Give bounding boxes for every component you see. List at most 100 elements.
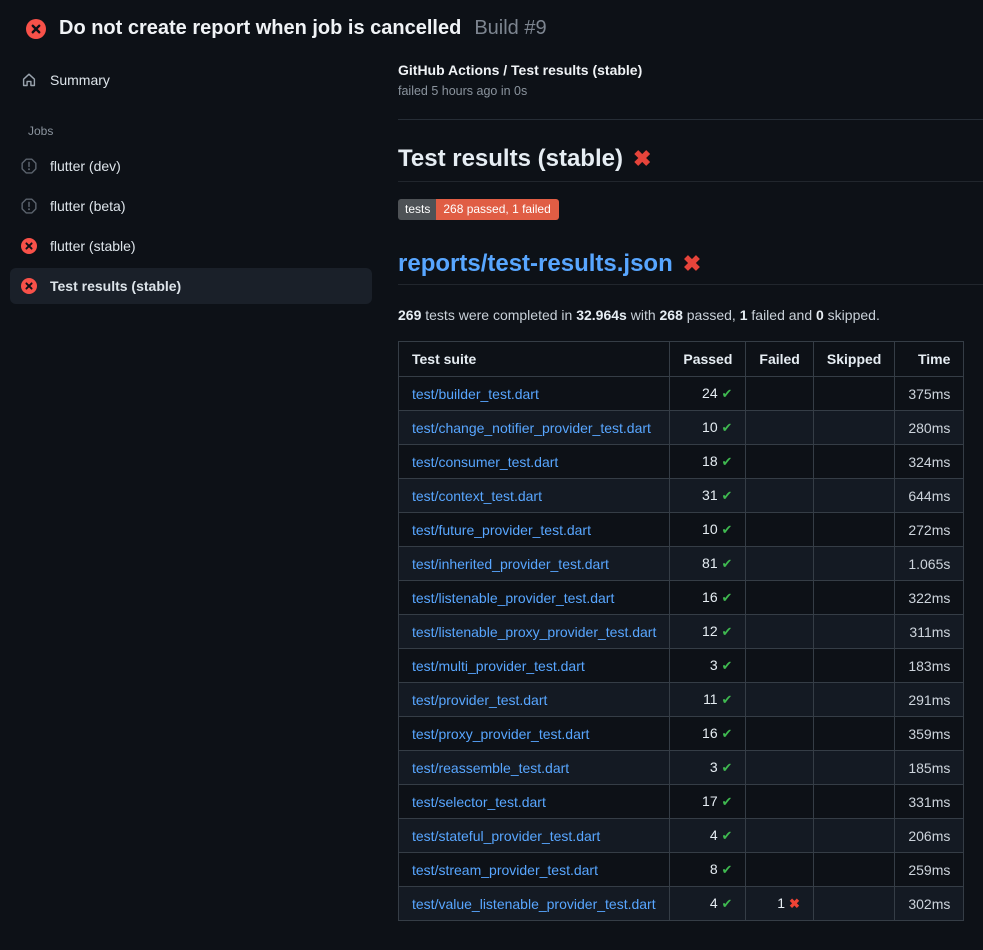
table-row: test/change_notifier_provider_test.dart1…: [399, 411, 964, 445]
suite-link[interactable]: test/listenable_proxy_provider_test.dart: [412, 624, 656, 640]
skipped-cell: [813, 377, 894, 411]
passed-count: 268: [660, 307, 683, 323]
failed-cell: [746, 581, 813, 615]
failed-cell: [746, 853, 813, 887]
col-test-suite: Test suite: [399, 342, 670, 377]
check-icon: ✔: [722, 862, 733, 877]
cross-mark-icon: ✖: [633, 148, 651, 170]
failed-circle-icon: [26, 19, 46, 39]
check-icon: ✔: [722, 658, 733, 673]
check-icon: ✔: [722, 454, 733, 469]
time-cell: 644ms: [895, 479, 964, 513]
count-value: 11: [703, 691, 721, 707]
check-icon: ✔: [722, 522, 733, 537]
badge-value: 268 passed, 1 failed: [436, 199, 558, 220]
table-row: test/multi_provider_test.dart3 ✔183ms: [399, 649, 964, 683]
count-value: 16: [702, 725, 721, 741]
sidebar-item-job-2[interactable]: flutter (stable): [10, 228, 372, 264]
suite-link[interactable]: test/inherited_provider_test.dart: [412, 556, 609, 572]
failed-cell: [746, 683, 813, 717]
skipped-cell: [813, 683, 894, 717]
badge-label: tests: [398, 199, 436, 220]
suite-link[interactable]: test/proxy_provider_test.dart: [412, 726, 589, 742]
failed-cell: [746, 479, 813, 513]
section-title: Test results (stable) ✖: [398, 145, 983, 182]
suite-cell: test/future_provider_test.dart: [399, 513, 670, 547]
skipped-count: 0: [816, 307, 824, 323]
run-meta: failed 5 hours ago in 0s: [398, 84, 983, 98]
summary-text: with: [627, 307, 660, 323]
passed-cell: 4 ✔: [670, 887, 746, 921]
table-row: test/value_listenable_provider_test.dart…: [399, 887, 964, 921]
check-icon: ✔: [722, 590, 733, 605]
main-content: GitHub Actions / Test results (stable) f…: [382, 50, 983, 921]
check-icon: ✔: [722, 692, 733, 707]
neutral-octagon-icon: [21, 158, 37, 174]
suite-link[interactable]: test/provider_test.dart: [412, 692, 547, 708]
table-row: test/proxy_provider_test.dart16 ✔359ms: [399, 717, 964, 751]
sidebar-item-job-1[interactable]: flutter (beta): [10, 188, 372, 224]
suite-link[interactable]: test/listenable_provider_test.dart: [412, 590, 614, 606]
failed-cell: [746, 615, 813, 649]
suite-link[interactable]: test/multi_provider_test.dart: [412, 658, 585, 674]
suite-link[interactable]: test/value_listenable_provider_test.dart: [412, 896, 656, 912]
failed-cell: [746, 411, 813, 445]
skipped-cell: [813, 717, 894, 751]
suite-cell: test/selector_test.dart: [399, 785, 670, 819]
failed-cell: 1 ✖: [746, 887, 813, 921]
passed-cell: 18 ✔: [670, 445, 746, 479]
suite-link[interactable]: test/stateful_provider_test.dart: [412, 828, 600, 844]
suite-link[interactable]: test/consumer_test.dart: [412, 454, 558, 470]
count-value: 17: [702, 793, 721, 809]
sidebar-item-job-3[interactable]: Test results (stable): [10, 268, 372, 304]
neutral-octagon-icon: [21, 198, 37, 214]
suite-link[interactable]: test/reassemble_test.dart: [412, 760, 569, 776]
table-row: test/reassemble_test.dart3 ✔185ms: [399, 751, 964, 785]
sidebar-item-summary[interactable]: Summary: [10, 62, 372, 98]
time-cell: 1.065s: [895, 547, 964, 581]
skipped-cell: [813, 513, 894, 547]
skipped-cell: [813, 445, 894, 479]
suite-cell: test/builder_test.dart: [399, 377, 670, 411]
suite-cell: test/consumer_test.dart: [399, 445, 670, 479]
sidebar: Summary Jobs flutter (dev)flutter (beta)…: [0, 50, 382, 308]
suite-link[interactable]: test/stream_provider_test.dart: [412, 862, 598, 878]
test-results-table: Test suite Passed Failed Skipped Time te…: [398, 341, 964, 921]
suite-link[interactable]: test/change_notifier_provider_test.dart: [412, 420, 651, 436]
suite-link[interactable]: test/selector_test.dart: [412, 794, 546, 810]
count-value: 8: [710, 861, 722, 877]
suite-link[interactable]: test/future_provider_test.dart: [412, 522, 591, 538]
sidebar-item-label: Test results (stable): [50, 277, 181, 295]
check-run-title: Do not create report when job is cancell…: [59, 17, 461, 40]
report-file-link[interactable]: reports/test-results.json: [398, 250, 673, 278]
cross-mark-icon: ✖: [683, 253, 701, 275]
count-value: 24: [702, 385, 721, 401]
failed-cell: [746, 513, 813, 547]
table-row: test/stateful_provider_test.dart4 ✔206ms: [399, 819, 964, 853]
summary-text: tests were completed in: [421, 307, 576, 323]
suite-link[interactable]: test/context_test.dart: [412, 488, 542, 504]
time-cell: 206ms: [895, 819, 964, 853]
passed-cell: 17 ✔: [670, 785, 746, 819]
table-row: test/consumer_test.dart18 ✔324ms: [399, 445, 964, 479]
table-row: test/future_provider_test.dart10 ✔272ms: [399, 513, 964, 547]
suite-link[interactable]: test/builder_test.dart: [412, 386, 539, 402]
report-title: reports/test-results.json ✖: [398, 250, 983, 285]
failed-cell: [746, 547, 813, 581]
suite-cell: test/stateful_provider_test.dart: [399, 819, 670, 853]
time-cell: 291ms: [895, 683, 964, 717]
skipped-cell: [813, 547, 894, 581]
passed-cell: 10 ✔: [670, 513, 746, 547]
sidebar-item-job-0[interactable]: flutter (dev): [10, 148, 372, 184]
check-icon: ✔: [722, 794, 733, 809]
skipped-cell: [813, 751, 894, 785]
skipped-cell: [813, 785, 894, 819]
check-icon: ✔: [722, 828, 733, 843]
sidebar-item-label: flutter (dev): [50, 157, 121, 175]
suite-cell: test/provider_test.dart: [399, 683, 670, 717]
sidebar-item-label: Summary: [50, 71, 110, 89]
count-value: 3: [710, 759, 722, 775]
suite-cell: test/inherited_provider_test.dart: [399, 547, 670, 581]
time-cell: 359ms: [895, 717, 964, 751]
check-icon: ✔: [722, 420, 733, 435]
